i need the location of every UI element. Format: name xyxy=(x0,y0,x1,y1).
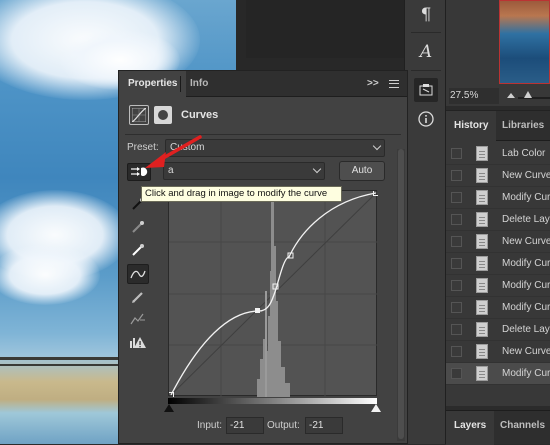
history-item[interactable]: New Curves xyxy=(446,231,550,253)
tooltip: Click and drag in image to modify the cu… xyxy=(141,186,342,202)
history-item-label: Lab Color xyxy=(502,148,546,159)
history-item-label: Delete Layer xyxy=(502,324,550,335)
history-item-label: Modify Curves xyxy=(502,258,550,269)
document-icon xyxy=(476,322,488,337)
navigator-thumbnail[interactable] xyxy=(499,0,550,84)
document-icon xyxy=(476,212,488,227)
adjustments-icon[interactable] xyxy=(414,78,438,102)
panel-menu-icon[interactable] xyxy=(389,80,399,88)
info-icon[interactable] xyxy=(414,107,438,131)
document-icon xyxy=(476,300,488,315)
properties-panel: Properties Info >> Curves Preset: Custom… xyxy=(118,70,408,444)
gray-point-eyedropper-icon[interactable] xyxy=(127,217,149,237)
panel-icon-column: ¶ A xyxy=(404,0,446,444)
tab-libraries[interactable]: Libraries xyxy=(494,111,550,141)
history-snapshot-checkbox[interactable] xyxy=(451,236,462,247)
tab-history[interactable]: History xyxy=(446,111,497,141)
input-gradient-bar xyxy=(168,398,377,404)
curve-points-icon[interactable] xyxy=(127,264,149,284)
layers-panel-tabs: Layers Channels xyxy=(446,410,550,445)
zoom-field[interactable]: 27.5% xyxy=(449,88,499,104)
history-snapshot-checkbox[interactable] xyxy=(451,302,462,313)
smooth-curve-icon[interactable] xyxy=(127,309,149,329)
white-point-slider[interactable] xyxy=(371,404,381,412)
history-item[interactable]: Modify Curves xyxy=(446,187,550,209)
history-item[interactable]: Modify Curves xyxy=(446,275,550,297)
history-item-label: Modify Curves xyxy=(502,302,550,313)
white-point-eyedropper-icon[interactable] xyxy=(127,240,149,260)
history-item-label: Modify Curves xyxy=(502,280,550,291)
history-item[interactable]: Modify Curves xyxy=(446,253,550,275)
document-icon xyxy=(476,256,488,271)
history-snapshot-checkbox[interactable] xyxy=(451,214,462,225)
annotation-arrow-icon xyxy=(145,135,202,168)
clipping-warning-icon[interactable] xyxy=(127,332,149,352)
curves-adjustment-icon[interactable] xyxy=(129,105,149,125)
document-icon xyxy=(476,366,488,381)
history-item[interactable]: Modify Curves xyxy=(446,363,550,385)
history-item-label: Modify Curves xyxy=(502,368,550,379)
history-snapshot-checkbox[interactable] xyxy=(451,324,462,335)
character-icon[interactable]: A xyxy=(414,40,438,64)
input-label: Input: xyxy=(197,420,223,431)
output-label: Output: xyxy=(267,420,300,431)
document-icon xyxy=(476,146,488,161)
collapse-panel-button[interactable]: >> xyxy=(367,71,379,97)
history-item[interactable]: Delete Layer xyxy=(446,319,550,341)
document-icon xyxy=(476,234,488,249)
history-item[interactable]: Delete Layer xyxy=(446,209,550,231)
history-snapshot-checkbox[interactable] xyxy=(451,280,462,291)
history-item-label: Modify Curves xyxy=(502,192,550,203)
chevron-down-icon xyxy=(372,141,382,151)
history-snapshot-checkbox[interactable] xyxy=(451,368,462,379)
history-snapshot-checkbox[interactable] xyxy=(451,346,462,357)
history-snapshot-checkbox[interactable] xyxy=(451,258,462,269)
zoom-out-icon[interactable] xyxy=(507,93,515,98)
curves-plot[interactable] xyxy=(168,190,379,398)
scrollbar-thumb[interactable] xyxy=(398,149,404,439)
history-snapshot-checkbox[interactable] xyxy=(451,170,462,181)
navigator-panel: 27.5% xyxy=(446,0,550,106)
pencil-icon[interactable] xyxy=(127,287,149,307)
curves-graph[interactable] xyxy=(168,190,379,398)
tab-layers[interactable]: Layers xyxy=(446,411,495,445)
adjustment-title: Curves xyxy=(181,109,219,121)
history-item[interactable]: New Curves xyxy=(446,341,550,363)
history-item[interactable]: Lab Color xyxy=(446,143,550,165)
tab-info[interactable]: Info xyxy=(181,71,217,97)
document-icon xyxy=(476,344,488,359)
history-item-label: New Curves xyxy=(502,170,550,181)
black-point-slider[interactable] xyxy=(164,404,174,412)
history-item[interactable]: Modify Curves xyxy=(446,297,550,319)
curve-point-selected[interactable] xyxy=(255,308,260,313)
scrollbar[interactable] xyxy=(397,149,405,441)
auto-button[interactable]: Auto xyxy=(339,161,385,181)
chevron-down-icon xyxy=(312,164,322,174)
paragraph-icon[interactable]: ¶ xyxy=(414,3,438,27)
history-item-label: New Curves xyxy=(502,346,550,357)
zoom-slider[interactable] xyxy=(518,97,550,99)
history-panel: History Libraries Lab Color New Curves Mod… xyxy=(446,110,550,406)
tab-channels[interactable]: Channels xyxy=(492,411,550,445)
pier xyxy=(0,357,126,360)
history-snapshot-checkbox[interactable] xyxy=(451,148,462,159)
input-field[interactable]: -21 xyxy=(226,417,264,434)
layer-mask-icon[interactable] xyxy=(154,106,172,124)
cloud xyxy=(0,245,100,305)
zoom-slider-handle[interactable] xyxy=(524,91,532,98)
document-icon xyxy=(476,168,488,183)
output-field[interactable]: -21 xyxy=(305,417,343,434)
history-item[interactable]: New Curves xyxy=(446,165,550,187)
pier xyxy=(0,364,126,366)
tab-properties[interactable]: Properties xyxy=(119,71,187,97)
history-item-label: New Curves xyxy=(502,236,550,247)
document-icon xyxy=(476,190,488,205)
document-icon xyxy=(476,278,488,293)
history-item-label: Delete Layer xyxy=(502,214,550,225)
history-snapshot-checkbox[interactable] xyxy=(451,192,462,203)
